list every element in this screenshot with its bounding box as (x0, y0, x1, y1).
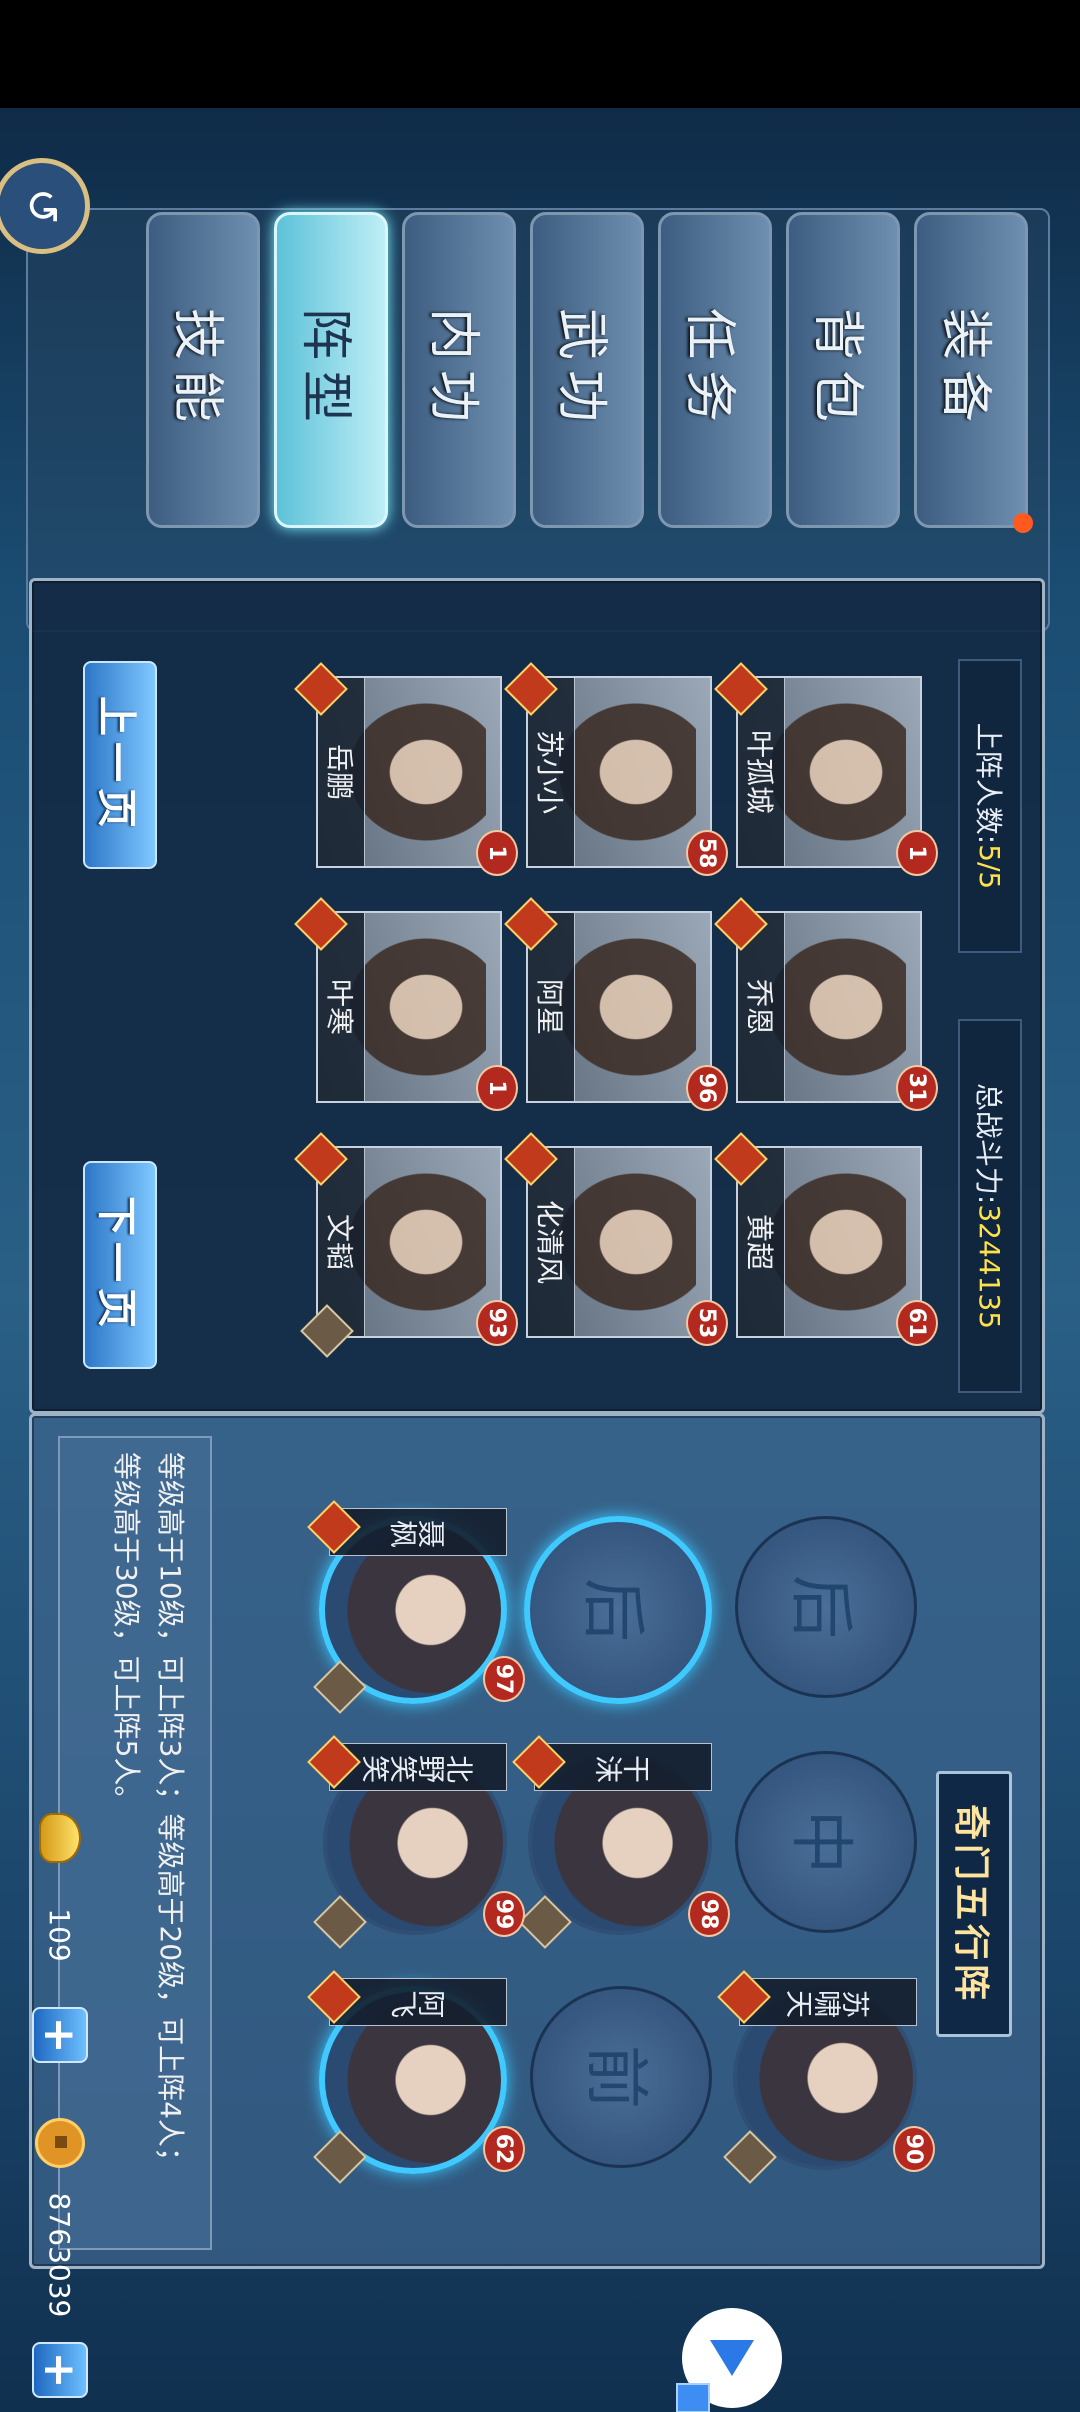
prev-page-label: 上一页 (93, 696, 139, 834)
member-level: 97 (483, 1656, 525, 1702)
tab-quest[interactable]: 任务 (658, 212, 772, 528)
tab-martial-arts[interactable]: 武功 (530, 212, 644, 528)
formation-title-text: 奇门五行阵 (950, 1803, 991, 2004)
formation-member[interactable]: 北野笑笑 99 (307, 1735, 525, 1949)
plus-icon[interactable]: + (32, 2007, 88, 2063)
tab-label: 装备 (935, 307, 996, 432)
hero-level: 58 (686, 830, 728, 876)
hero-level: 1 (476, 1065, 518, 1111)
hero-level: 53 (686, 1300, 728, 1346)
formation-member[interactable]: 苏啸天 90 (717, 1970, 935, 2184)
hero-roster-panel: 上阵人数: 5/5 总战斗力: 3244135 叶孤城 1 乔恩 31 黄超 61 苏小小… (29, 578, 1045, 1414)
tab-label: 内功 (423, 307, 484, 432)
on-field-value: 5/5 (973, 844, 1007, 890)
notification-dot-icon (1013, 513, 1033, 533)
hero-card[interactable]: 苏小小 58 (504, 662, 728, 876)
formation-member[interactable]: 聂枫 97 (307, 1500, 525, 1714)
hero-level: 1 (896, 830, 938, 876)
slot-label: 后 (575, 1578, 649, 1642)
formation-member[interactable]: 干沫 98 (512, 1735, 730, 1949)
back-slot[interactable]: 后 (524, 1516, 712, 1704)
prev-page-button[interactable]: 上一页 (83, 661, 157, 869)
game-screen: 装备 背包 任务 武功 内功 阵型 技能 ↺ 上阵人数: 5/5 总战斗力: 324… (0, 0, 1080, 2412)
coin-amount: 8763039 (43, 2192, 77, 2318)
tab-formation[interactable]: 阵型 (274, 212, 388, 528)
side-tab-bar: 装备 背包 任务 武功 内功 阵型 技能 (26, 208, 1050, 632)
front-slot[interactable]: 前 (530, 1986, 712, 2168)
hero-level: 96 (686, 1065, 728, 1111)
slot-label: 前 (578, 2045, 652, 2109)
copper-coin-icon (35, 2118, 85, 2168)
tab-label: 背包 (807, 307, 868, 432)
hero-card[interactable]: 黄超 61 (714, 1132, 938, 1346)
rotated-game-view: 装备 背包 任务 武功 内功 阵型 技能 ↺ 上阵人数: 5/5 总战斗力: 324… (0, 108, 1080, 2412)
tab-bag[interactable]: 背包 (786, 212, 900, 528)
tab-label: 任务 (679, 307, 740, 432)
tab-label: 武功 (551, 307, 612, 432)
next-page-button[interactable]: 下一页 (83, 1161, 157, 1369)
member-level: 99 (483, 1891, 525, 1937)
formation-title: 奇门五行阵 (936, 1771, 1012, 2037)
hero-card[interactable]: 阿星 96 (504, 897, 728, 1111)
hero-card[interactable]: 岳鹏 1 (294, 662, 518, 876)
hero-card[interactable]: 叶孤城 1 (714, 662, 938, 876)
slot-label: 后 (783, 1575, 857, 1639)
hero-card[interactable]: 化清风 53 (504, 1132, 728, 1346)
tab-label: 阵型 (295, 307, 356, 432)
hero-level: 1 (476, 830, 518, 876)
member-level: 90 (893, 2126, 935, 2172)
plus-icon[interactable]: + (32, 2342, 88, 2398)
coin-resource: 8763039 + (30, 2118, 90, 2398)
gold-ingot-icon (39, 1813, 81, 1863)
tip-line: 等级高于10级，可上阵3人；等级高于20级，可上阵4人； (154, 1452, 187, 2175)
hero-card[interactable]: 文韬 93 (294, 1132, 518, 1358)
total-power: 总战斗力: 3244135 (958, 1019, 1022, 1393)
power-value: 3244135 (973, 1204, 1007, 1330)
slot-label: 中 (783, 1810, 857, 1874)
hero-level: 31 (896, 1065, 938, 1111)
hero-level: 93 (476, 1300, 518, 1346)
back-slot[interactable]: 后 (735, 1516, 917, 1698)
middle-slot[interactable]: 中 (735, 1751, 917, 1933)
tab-equipment[interactable]: 装备 (914, 212, 1033, 533)
next-page-label: 下一页 (93, 1196, 139, 1334)
formation-member[interactable]: 阿飞 62 (307, 1970, 525, 2184)
hero-card[interactable]: 乔恩 31 (714, 897, 938, 1111)
download-icon (676, 2383, 710, 2412)
gold-resource: 109 + (30, 1813, 90, 2063)
gold-amount: 109 (43, 1908, 77, 1962)
on-field-count: 上阵人数: 5/5 (958, 659, 1022, 953)
power-label: 总战斗力: (972, 1082, 1005, 1205)
hero-level: 61 (896, 1300, 938, 1346)
tab-inner-power[interactable]: 内功 (402, 212, 516, 528)
tip-line: 等级高于30级，可上阵5人。 (110, 1452, 143, 1814)
formation-panel: 奇门五行阵 后 后 聂枫 97 中 干沫 98 北野笑笑 99 苏啸天 90 前 阿飞 6… (29, 1413, 1045, 2269)
tab-skills[interactable]: 技能 (146, 212, 260, 528)
tab-label: 技能 (167, 307, 228, 432)
hero-card[interactable]: 叶寒 1 (294, 897, 518, 1111)
down-triangle-icon (710, 2340, 754, 2376)
member-level: 62 (483, 2126, 525, 2172)
member-level: 98 (688, 1891, 730, 1937)
on-field-label: 上阵人数: (972, 722, 1005, 845)
